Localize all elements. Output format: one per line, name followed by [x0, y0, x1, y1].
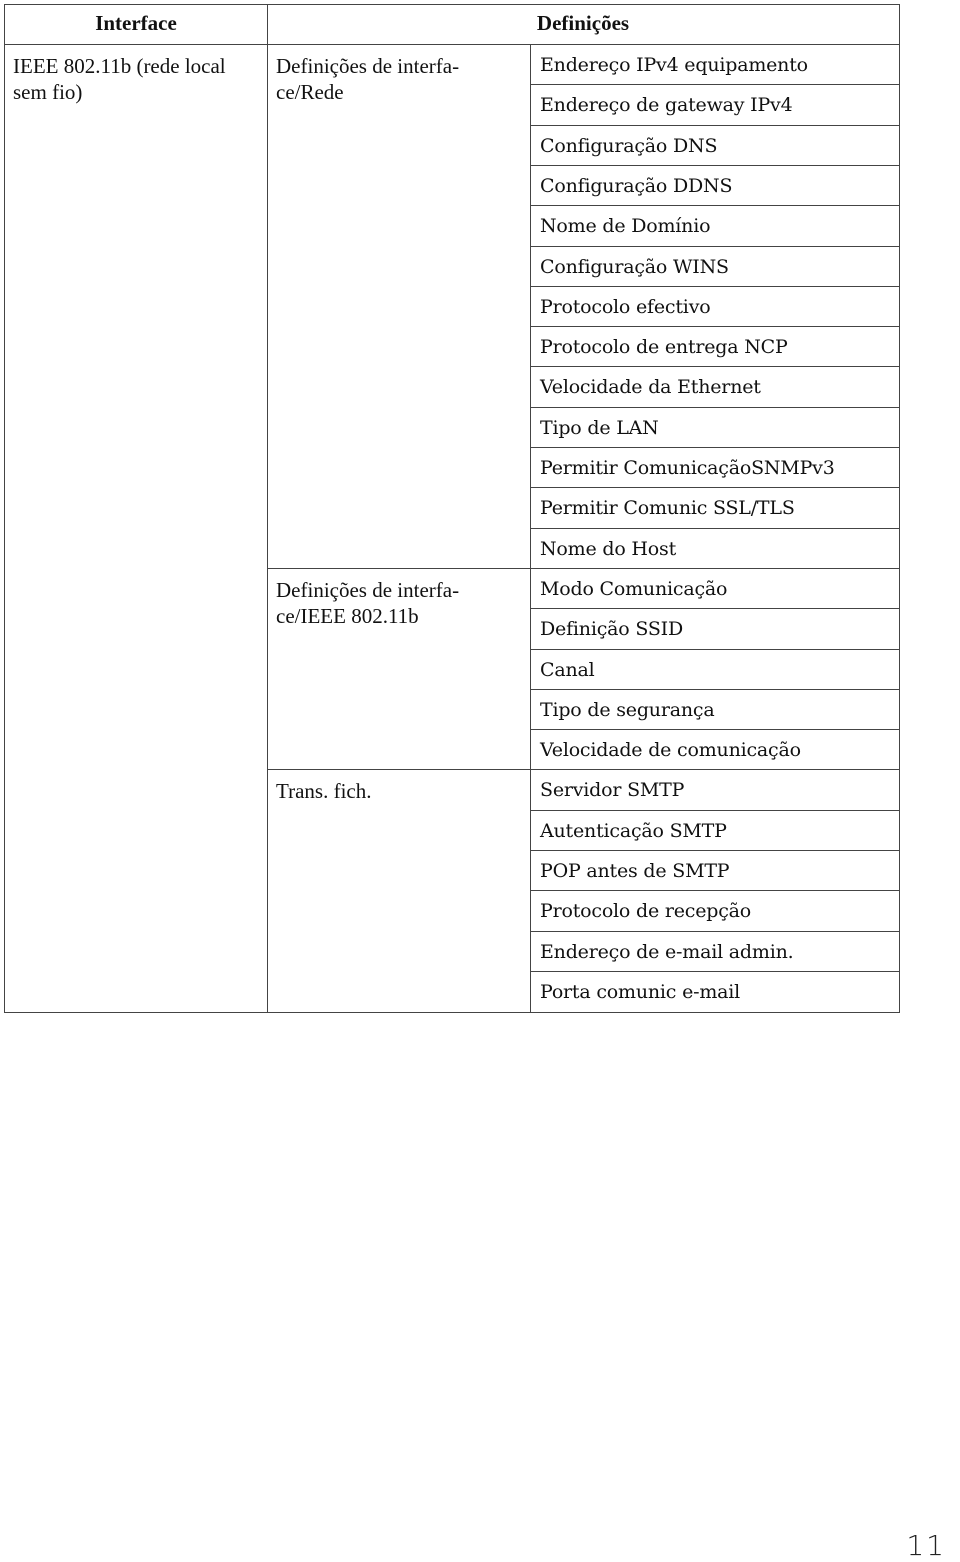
setting-item: Configuração DDNS [540, 174, 733, 197]
group-name: ce/Rede [276, 80, 344, 104]
setting-item: Endereço de e-mail admin. [540, 940, 794, 963]
setting-item: POP antes de SMTP [540, 860, 730, 882]
header-interface: Interface [95, 11, 177, 35]
setting-item: Canal [540, 658, 595, 681]
setting-item: Permitir Comunic SSL/TLS [540, 497, 795, 520]
setting-item: Nome de Domínio [540, 215, 711, 238]
setting-item: Velocidade da Ethernet [540, 376, 761, 399]
setting-item: Permitir ComunicaçãoSNMPv3 [540, 457, 835, 479]
setting-item: Autenticação SMTP [540, 819, 727, 842]
group-name: Definições de interfa- [276, 577, 460, 602]
setting-item: Definição SSID [540, 618, 683, 641]
setting-item: Nome do Host [540, 537, 676, 560]
setting-item: Protocolo efectivo [540, 295, 711, 318]
page-number: 11 [906, 1529, 946, 1562]
setting-item: Tipo de LAN [540, 416, 659, 439]
setting-item: Servidor SMTP [540, 779, 685, 802]
setting-item: Velocidade de comunicação [540, 739, 801, 762]
setting-item: Tipo de segurança [540, 698, 715, 721]
group-name: Definições de interfa- [276, 54, 460, 78]
settings-table: Interface Definições IEEE 802.11b (rede … [4, 4, 900, 1013]
setting-item: Porta comunic e-mail [540, 980, 741, 1003]
interface-value: IEEE 802.11b (rede local [13, 54, 226, 78]
group-name: Trans. fich. [276, 779, 372, 804]
setting-item: Configuração WINS [540, 255, 729, 278]
setting-item: Endereço IPv4 equipamento [540, 54, 808, 76]
setting-item: Endereço de gateway IPv4 [540, 94, 793, 117]
group-name: ce/IEEE 802.11b [276, 603, 419, 628]
interface-value: sem fio) [13, 80, 83, 104]
column-divider [267, 45, 268, 1012]
setting-item: Modo Comunicação [540, 577, 728, 600]
setting-item: Configuração DNS [540, 134, 718, 157]
setting-item: Protocolo de recepção [540, 900, 752, 923]
header-definitions: Definições [536, 11, 630, 35]
setting-item: Protocolo de entrega NCP [540, 336, 788, 359]
